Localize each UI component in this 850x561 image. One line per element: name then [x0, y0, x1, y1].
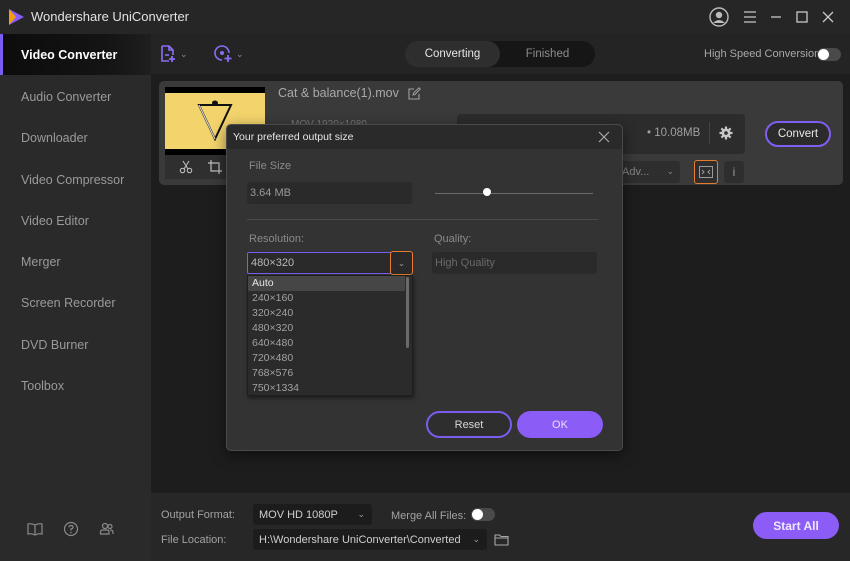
resolution-option[interactable]: 750×1334 [248, 381, 405, 395]
output-format-label: Output Format: [161, 509, 235, 521]
app-logo-icon [9, 9, 24, 25]
merge-all-files-toggle[interactable] [471, 508, 495, 521]
title-bar: Wondershare UniConverter [0, 0, 850, 34]
sidebar: Video Converter Audio Converter Download… [0, 34, 151, 561]
dialog-header: Your preferred output size [227, 125, 622, 149]
resolution-option[interactable]: 640×480 [248, 336, 405, 351]
resolution-select[interactable]: 480×320 [247, 252, 413, 274]
file-location-label: File Location: [161, 534, 227, 546]
tab-finished[interactable]: Finished [500, 41, 595, 67]
sidebar-item-merger[interactable]: Merger [0, 241, 151, 282]
sidebar-item-dvd-burner[interactable]: DVD Burner [0, 324, 151, 365]
convert-button[interactable]: Convert [765, 121, 831, 147]
file-size-label: File Size [249, 160, 292, 172]
edit-name-icon[interactable] [408, 87, 421, 100]
resolution-dropdown-list: Auto 240×160 320×240 480×320 640×480 720… [247, 275, 413, 396]
compress-icon [699, 166, 713, 178]
account-icon[interactable] [709, 7, 729, 27]
resolution-dropdown-button[interactable]: ⌄ [390, 251, 413, 275]
maximize-icon[interactable] [792, 7, 812, 27]
resolution-option[interactable]: Auto [248, 276, 405, 291]
toolbar: ⌄ ⌄ Converting Finished High Speed Conve… [151, 34, 850, 74]
output-file-size: • 10.08MB [647, 127, 701, 139]
minimize-icon[interactable] [766, 7, 786, 27]
sidebar-item-video-converter[interactable]: Video Converter [0, 34, 151, 75]
output-size-dialog: Your preferred output size File Size 3.6… [226, 124, 623, 451]
chevron-down-icon: ⌄ [472, 534, 480, 544]
crop-icon[interactable] [208, 160, 222, 174]
info-button[interactable]: i [724, 161, 744, 183]
ok-button[interactable]: OK [517, 411, 603, 438]
book-icon[interactable] [27, 521, 43, 537]
help-icon[interactable] [63, 521, 79, 537]
add-file-icon [161, 45, 175, 62]
sidebar-item-toolbox[interactable]: Toolbox [0, 365, 151, 406]
resolution-option[interactable]: 240×160 [248, 291, 405, 306]
app-title: Wondershare UniConverter [31, 9, 189, 24]
chevron-down-icon: ⌄ [236, 48, 244, 59]
file-size-field[interactable]: 3.64 MB [247, 182, 412, 204]
chevron-down-icon: ⌄ [357, 509, 365, 519]
trim-icon[interactable] [179, 160, 193, 174]
folder-icon[interactable] [494, 533, 509, 546]
dropdown-scrollbar[interactable] [406, 277, 409, 348]
quality-field[interactable]: High Quality [432, 252, 597, 274]
dialog-title: Your preferred output size [233, 131, 354, 143]
sidebar-item-video-compressor[interactable]: Video Compressor [0, 159, 151, 200]
chevron-down-icon: ⌄ [397, 257, 406, 268]
community-icon[interactable] [99, 521, 115, 537]
add-dvd-button[interactable]: ⌄ [214, 44, 244, 64]
resolution-option[interactable]: 480×320 [248, 321, 405, 336]
add-dvd-icon [214, 45, 232, 62]
start-all-button[interactable]: Start All [753, 512, 839, 539]
quality-label: Quality: [434, 233, 472, 245]
high-speed-conversion-label: High Speed Conversion [704, 48, 821, 60]
divider [709, 122, 710, 144]
chevron-down-icon: ⌄ [666, 166, 674, 176]
advanced-select[interactable]: Adv... ⌄ [618, 161, 680, 183]
info-icon: i [732, 165, 736, 179]
chevron-down-icon: ⌄ [180, 48, 188, 59]
bottom-bar: Output Format: MOV HD 1080P ⌄ Merge All … [151, 493, 850, 561]
menu-icon[interactable] [740, 7, 760, 27]
resolution-option[interactable]: 768×576 [248, 366, 405, 381]
dialog-close-icon[interactable] [598, 131, 610, 143]
tab-converting[interactable]: Converting [405, 41, 500, 67]
resolution-option[interactable]: 720×480 [248, 351, 405, 366]
sidebar-item-downloader[interactable]: Downloader [0, 117, 151, 158]
close-icon[interactable] [818, 7, 838, 27]
file-location-select[interactable]: H:\Wondershare UniConverter\Converted ⌄ [253, 529, 487, 550]
divider [247, 219, 598, 220]
sidebar-item-screen-recorder[interactable]: Screen Recorder [0, 282, 151, 323]
reset-button[interactable]: Reset [426, 411, 512, 438]
resolution-option[interactable]: 320×240 [248, 306, 405, 321]
gear-icon[interactable] [719, 126, 733, 140]
high-speed-toggle[interactable] [817, 48, 841, 61]
file-size-slider-track[interactable] [435, 193, 593, 194]
file-name: Cat & balance(1).mov [278, 86, 399, 100]
file-size-slider-handle[interactable] [483, 188, 492, 196]
compress-button[interactable] [694, 160, 718, 184]
merge-all-files-label: Merge All Files: [391, 510, 467, 522]
sidebar-item-audio-converter[interactable]: Audio Converter [0, 76, 151, 117]
output-format-select[interactable]: MOV HD 1080P ⌄ [253, 504, 372, 525]
sidebar-item-video-editor[interactable]: Video Editor [0, 200, 151, 241]
resolution-label: Resolution: [249, 233, 305, 245]
status-tabs: Converting Finished [405, 41, 595, 67]
add-file-button[interactable]: ⌄ [160, 44, 188, 64]
